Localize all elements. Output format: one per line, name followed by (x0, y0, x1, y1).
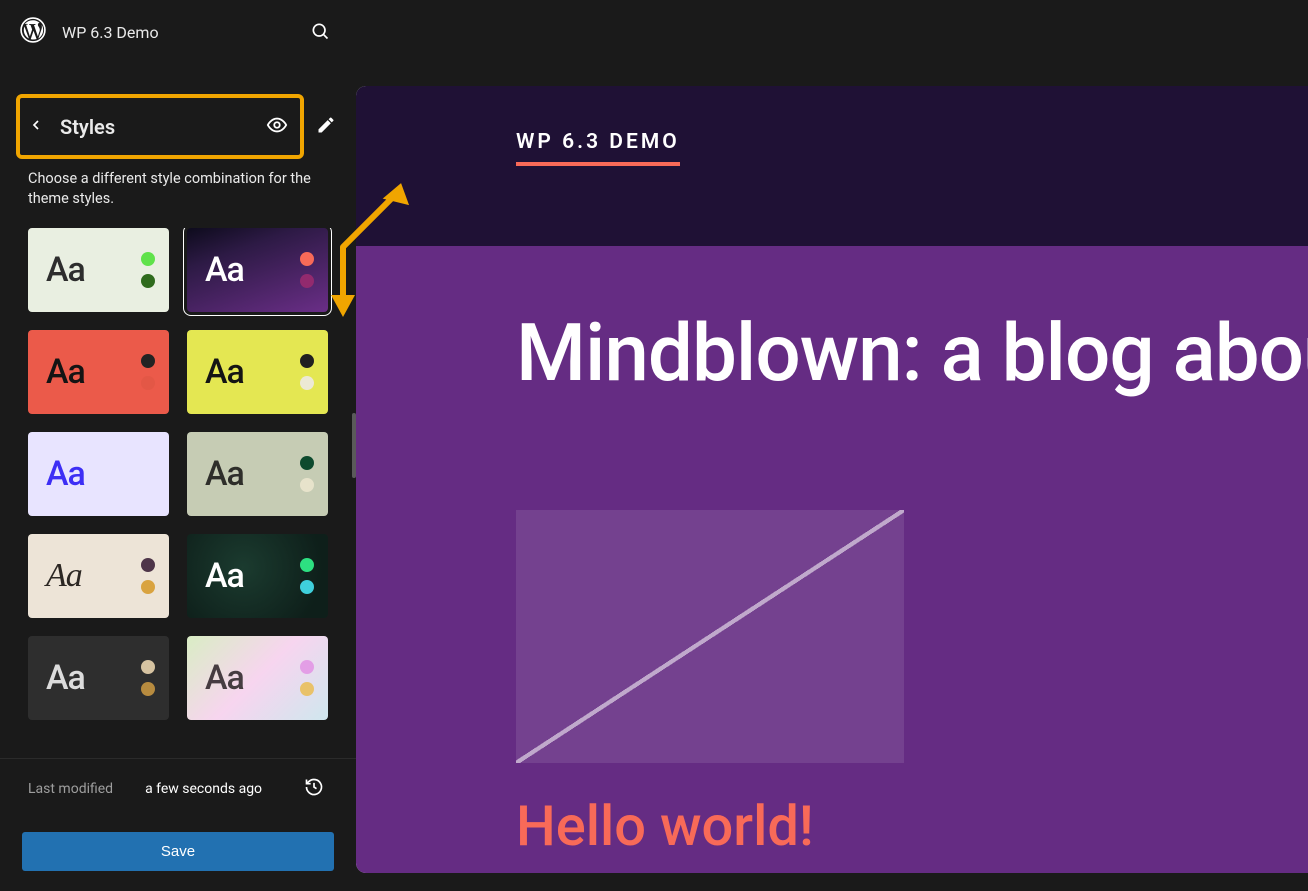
preview-canvas: WP 6.3 DEMO Mindblown: a blog about phil… (356, 86, 1308, 873)
panel-header[interactable]: Styles (16, 94, 304, 159)
swatch-aa: Aa (46, 352, 85, 392)
pencil-icon (316, 115, 336, 138)
search-icon (310, 29, 330, 44)
app-topbar: WP 6.3 Demo (0, 0, 356, 64)
style-variations-grid: Aa Aa Aa Aa Aa Aa Aa Aa Aa Aa (28, 228, 328, 720)
swatch-aa: Aa (205, 556, 244, 596)
style-variation-6[interactable]: Aa (28, 534, 169, 618)
back-button[interactable] (24, 113, 48, 140)
style-variation-8[interactable]: Aa (28, 636, 169, 720)
site-title[interactable]: WP 6.3 Demo (62, 23, 288, 42)
swatch-dots (300, 354, 314, 390)
style-variation-1[interactable]: Aa (187, 228, 328, 312)
scrollbar-thumb[interactable] (352, 413, 356, 478)
swatch-aa: Aa (205, 454, 244, 494)
panel-description: Choose a different style combination for… (0, 159, 356, 228)
style-variation-2[interactable]: Aa (28, 330, 169, 414)
wordpress-logo-icon[interactable] (20, 17, 46, 47)
swatch-dots (300, 456, 314, 492)
swatch-dots (141, 558, 155, 594)
preview-post-title[interactable]: Hello world! (516, 793, 1308, 859)
style-variation-0[interactable]: Aa (28, 228, 169, 312)
search-button[interactable] (304, 15, 336, 50)
style-book-button[interactable] (262, 110, 292, 143)
last-modified-label: Last modified (28, 781, 113, 797)
edit-styles-button[interactable] (312, 111, 340, 142)
style-variation-7[interactable]: Aa (187, 534, 328, 618)
swatch-dots (300, 252, 314, 288)
styles-sidebar: Styles Choose a different style combinat… (0, 64, 356, 891)
swatch-aa: Aa (46, 250, 85, 290)
swatch-aa: Aa (205, 658, 244, 698)
swatch-dots (300, 558, 314, 594)
featured-image-placeholder[interactable] (516, 510, 904, 763)
history-icon (304, 777, 324, 800)
preview-site-header: WP 6.3 DEMO (356, 86, 1308, 246)
swatch-aa: Aa (205, 352, 244, 392)
swatch-dots (141, 252, 155, 288)
save-button[interactable]: Save (22, 832, 334, 871)
swatch-aa: Aa (46, 658, 85, 698)
last-modified-value: a few seconds ago (145, 781, 268, 797)
style-variation-5[interactable]: Aa (187, 432, 328, 516)
preview-hero-title: Mindblown: a blog about philosophy. (516, 306, 1308, 400)
last-modified-row: Last modified a few seconds ago (0, 758, 356, 818)
style-variation-3[interactable]: Aa (187, 330, 328, 414)
swatch-aa: Aa (46, 454, 85, 494)
swatch-dots (300, 660, 314, 696)
style-variation-9[interactable]: Aa (187, 636, 328, 720)
preview-body: Mindblown: a blog about philosophy. Hell… (356, 246, 1308, 873)
swatch-dots (141, 354, 155, 390)
style-variation-4[interactable]: Aa (28, 432, 169, 516)
swatch-dots (141, 660, 155, 696)
preview-site-brand[interactable]: WP 6.3 DEMO (516, 130, 680, 166)
panel-title: Styles (60, 115, 250, 139)
chevron-left-icon (28, 117, 44, 136)
swatch-aa: Aa (205, 250, 244, 290)
swatch-aa: Aa (46, 557, 82, 595)
eye-icon (266, 114, 288, 139)
revisions-button[interactable] (300, 773, 328, 804)
